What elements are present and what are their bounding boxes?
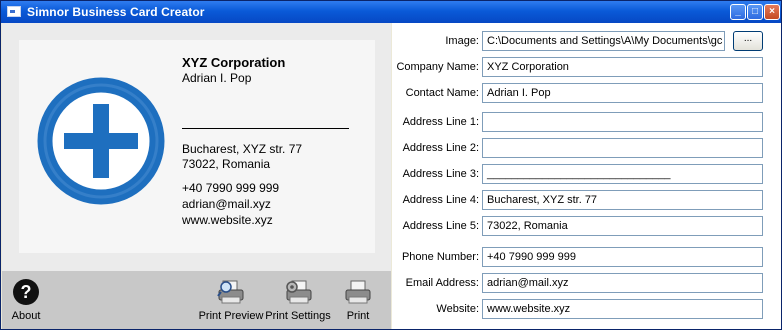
card-email: adrian@mail.xyz xyxy=(182,197,271,211)
card-website: www.website.xyz xyxy=(182,213,273,227)
address-line-5-label: Address Line 5: xyxy=(402,220,479,232)
about-button[interactable]: ? About xyxy=(6,279,46,329)
print-preview-label: Print Preview xyxy=(198,310,264,322)
card-contact-name: Adrian I. Pop xyxy=(182,71,252,85)
print-settings-button[interactable]: Print Settings xyxy=(265,279,331,329)
bottom-toolbar: ? About Print Preview Print Settings Pri… xyxy=(2,271,391,329)
window-title: Simnor Business Card Creator xyxy=(27,5,205,19)
business-card-preview: XYZ Corporation Adrian I. Pop Bucharest,… xyxy=(19,40,375,253)
address-line-2-label: Address Line 2: xyxy=(402,142,479,154)
app-icon xyxy=(7,6,21,17)
maximize-button[interactable]: □ xyxy=(747,4,763,20)
image-label: Image: xyxy=(445,35,479,47)
address-line-4-field[interactable]: Bucharest, XYZ str. 77 xyxy=(482,190,763,210)
address-line-3-field[interactable]: ______________________________ xyxy=(482,164,763,184)
card-phone: +40 7990 999 999 xyxy=(182,181,280,195)
contact-name-field[interactable]: Adrian I. Pop xyxy=(482,83,763,103)
image-path-field[interactable]: C:\Documents and Settings\A\My Documents… xyxy=(482,31,725,51)
print-label: Print xyxy=(346,310,370,322)
about-label: About xyxy=(11,310,41,322)
card-company-name: XYZ Corporation xyxy=(182,55,286,70)
card-details-form: Image: C:\Documents and Settings\A\My Do… xyxy=(392,23,781,329)
card-address-line: 73022, Romania xyxy=(182,157,271,171)
plus-circle-icon xyxy=(37,77,165,205)
browse-image-button[interactable]: ... xyxy=(733,31,763,51)
address-line-1-field[interactable] xyxy=(482,112,763,132)
address-line-5-field[interactable]: 73022, Romania xyxy=(482,216,763,236)
card-address-divider xyxy=(182,128,349,129)
title-bar: Simnor Business Card Creator _ □ × xyxy=(1,1,781,23)
company-name-label: Company Name: xyxy=(396,61,479,73)
phone-number-field[interactable]: +40 7990 999 999 xyxy=(482,247,763,267)
address-line-4-label: Address Line 4: xyxy=(402,194,479,206)
contact-name-label: Contact Name: xyxy=(405,87,479,99)
phone-number-label: Phone Number: xyxy=(401,251,479,263)
app-window: Simnor Business Card Creator _ □ × XYZ C… xyxy=(0,0,782,330)
address-line-2-field[interactable] xyxy=(482,138,763,158)
card-address-line: Bucharest, XYZ str. 77 xyxy=(182,142,303,156)
printer-icon xyxy=(345,280,371,304)
address-line-1-label: Address Line 1: xyxy=(402,116,479,128)
company-name-field[interactable]: XYZ Corporation xyxy=(482,57,763,77)
close-button[interactable]: × xyxy=(764,4,780,20)
address-line-3-label: Address Line 3: xyxy=(402,168,479,180)
help-icon: ? xyxy=(13,279,39,305)
email-address-field[interactable]: adrian@mail.xyz xyxy=(482,273,763,293)
print-button[interactable]: Print xyxy=(340,279,376,329)
card-preview-pane: XYZ Corporation Adrian I. Pop Bucharest,… xyxy=(2,23,391,271)
print-preview-icon xyxy=(217,280,244,304)
website-field[interactable]: www.website.xyz xyxy=(482,299,763,319)
print-settings-icon xyxy=(286,280,312,304)
website-label: Website: xyxy=(436,303,479,315)
email-address-label: Email Address: xyxy=(405,277,479,289)
print-settings-label: Print Settings xyxy=(265,310,331,322)
print-preview-button[interactable]: Print Preview xyxy=(198,279,264,329)
minimize-button[interactable]: _ xyxy=(730,4,746,20)
